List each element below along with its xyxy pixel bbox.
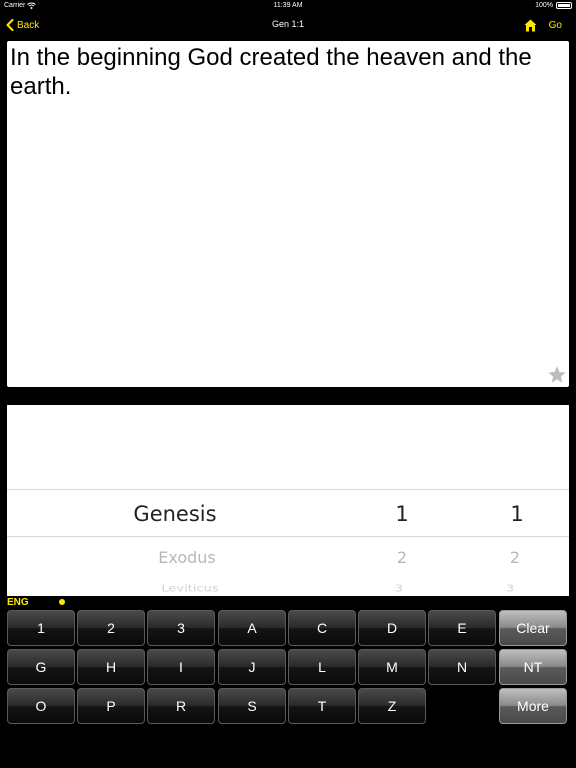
key-3[interactable]: 3: [147, 610, 215, 646]
key-c[interactable]: C: [288, 610, 356, 646]
language-bar: ENG: [0, 596, 576, 608]
battery-percent: 100%: [535, 2, 553, 9]
key-l[interactable]: L: [288, 649, 356, 685]
verse-text: In the beginning God created the heaven …: [10, 44, 532, 100]
verse-panel: In the beginning God created the heaven …: [7, 41, 569, 387]
key-n[interactable]: N: [428, 649, 496, 685]
key-a[interactable]: A: [218, 610, 286, 646]
picker-chapter-option[interactable]: 2: [397, 548, 407, 567]
home-icon[interactable]: [524, 19, 537, 32]
picker-book-option[interactable]: Leviticus: [161, 583, 218, 594]
picker-book-option[interactable]: Exodus: [158, 548, 216, 567]
nt-button[interactable]: NT: [499, 649, 567, 685]
key-2[interactable]: 2: [77, 610, 145, 646]
language-label[interactable]: ENG: [7, 597, 29, 608]
book-keyboard: 1 2 3 A C D E Clear G H I J L M N NT O P…: [0, 608, 576, 768]
key-o[interactable]: O: [7, 688, 75, 724]
language-indicator-dot: [59, 599, 65, 605]
key-g[interactable]: G: [7, 649, 75, 685]
picker-book[interactable]: Genesis: [133, 502, 216, 526]
key-z[interactable]: Z: [358, 688, 426, 724]
key-e[interactable]: E: [428, 610, 496, 646]
key-r[interactable]: R: [147, 688, 215, 724]
key-h[interactable]: H: [77, 649, 145, 685]
picker-verse-option[interactable]: 3: [506, 583, 514, 594]
key-d[interactable]: D: [358, 610, 426, 646]
star-icon[interactable]: [547, 365, 567, 385]
status-bar: Carrier 11:39 AM 100%: [0, 0, 576, 12]
reference-picker[interactable]: Genesis 1 1 Exodus 2 2 Leviticus 3 3: [7, 405, 569, 596]
key-t[interactable]: T: [288, 688, 356, 724]
key-p[interactable]: P: [77, 688, 145, 724]
key-1[interactable]: 1: [7, 610, 75, 646]
status-time: 11:39 AM: [273, 2, 303, 9]
key-s[interactable]: S: [218, 688, 286, 724]
page-title: Gen 1:1: [271, 19, 305, 29]
picker-chapter[interactable]: 1: [395, 502, 408, 526]
key-j[interactable]: J: [218, 649, 286, 685]
picker-verse-option[interactable]: 2: [510, 548, 520, 567]
picker-chapter-option[interactable]: 3: [395, 583, 403, 594]
go-button[interactable]: Go: [549, 20, 562, 31]
picker-selection-bottom-line: [7, 536, 569, 537]
battery-icon: [556, 2, 572, 9]
picker-selection-top-line: [7, 489, 569, 490]
picker-verse[interactable]: 1: [510, 502, 523, 526]
navigation-bar: Back Gen 1:1 Go: [0, 12, 576, 38]
key-m[interactable]: M: [358, 649, 426, 685]
battery-info: 100%: [535, 2, 572, 9]
key-i[interactable]: I: [147, 649, 215, 685]
clear-button[interactable]: Clear: [499, 610, 567, 646]
more-button[interactable]: More: [499, 688, 567, 724]
